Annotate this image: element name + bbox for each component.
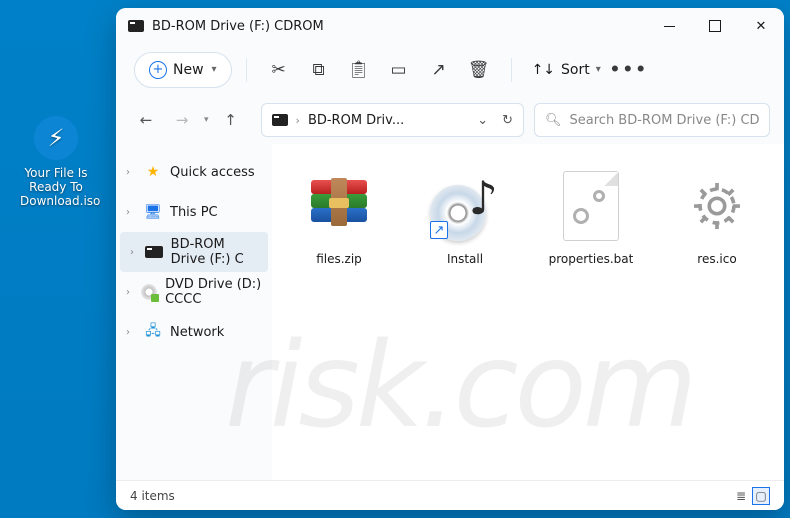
sidebar-item-label: Quick access: [170, 165, 255, 180]
more-icon: •••: [609, 60, 648, 80]
up-button[interactable]: ↑: [215, 104, 247, 136]
sidebar-item-this-pc[interactable]: › 🖥︎ This PC: [116, 192, 272, 232]
breadcrumb-separator: ›: [296, 114, 300, 127]
expand-chevron-icon[interactable]: ›: [126, 207, 136, 218]
close-button[interactable]: [738, 8, 784, 44]
plus-icon: +: [149, 61, 167, 79]
window-controls: [646, 8, 784, 44]
desktop-iso-icon[interactable]: ⚡ Your File Is Ready To Download.iso: [20, 116, 92, 208]
scissors-icon: ✂: [271, 60, 285, 80]
recent-chevron[interactable]: ▾: [204, 115, 209, 125]
copy-button[interactable]: ⧉: [301, 52, 337, 88]
share-icon: ↗: [431, 60, 445, 80]
sort-label: Sort: [561, 62, 590, 78]
toolbar-separator: [511, 58, 512, 82]
details-view-button[interactable]: ≣: [732, 487, 750, 505]
expand-chevron-icon[interactable]: ›: [126, 327, 136, 338]
sidebar-item-label: DVD Drive (D:) CCCC: [165, 277, 262, 307]
navigation-pane[interactable]: › ★ Quick access › 🖥︎ This PC › BD-ROM D…: [116, 144, 272, 480]
iso-label-line1: Your File Is: [20, 166, 92, 180]
refresh-button[interactable]: ↻: [502, 113, 513, 128]
star-icon: ★: [144, 164, 162, 180]
drive-icon: [128, 20, 144, 32]
toolbar-separator: [246, 58, 247, 82]
iso-label-line3: Download.iso: [20, 194, 92, 208]
maximize-button[interactable]: [692, 8, 738, 44]
file-name: properties.bat: [549, 252, 634, 266]
network-icon: 🖧: [144, 324, 162, 340]
view-toggle: ≣ ▢: [732, 487, 770, 505]
sort-icon: ↑↓: [532, 62, 555, 78]
shortcut-overlay-icon: ↗: [430, 221, 448, 239]
new-button[interactable]: + New ▾: [134, 52, 232, 88]
search-icon: 🔍︎: [545, 113, 562, 128]
file-name: Install: [447, 252, 483, 266]
disc-music-icon: ♪ ↗: [430, 171, 500, 241]
sidebar-item-network[interactable]: › 🖧 Network: [116, 312, 272, 352]
file-name: res.ico: [697, 252, 736, 266]
arrow-up-icon: ↑: [224, 111, 237, 129]
titlebar[interactable]: BD-ROM Drive (F:) CDROM: [116, 8, 784, 44]
sidebar-item-bdrom[interactable]: › BD-ROM Drive (F:) C: [120, 232, 268, 272]
back-button[interactable]: ←: [130, 104, 162, 136]
copy-icon: ⧉: [313, 60, 325, 80]
file-item-bat[interactable]: properties.bat: [530, 158, 652, 274]
drive-icon: [145, 246, 163, 258]
gear-icon: [685, 174, 749, 238]
lightning-icon: ⚡: [34, 116, 78, 160]
rename-icon: ▭: [391, 60, 407, 80]
disc-icon: [141, 284, 157, 300]
expand-chevron-icon[interactable]: ›: [126, 167, 136, 178]
arrow-right-icon: →: [176, 111, 189, 129]
rename-button[interactable]: ▭: [381, 52, 417, 88]
iso-label-line2: Ready To: [20, 180, 92, 194]
file-list[interactable]: files.zip ♪ ↗ Install: [272, 144, 784, 480]
sidebar-item-label: Network: [170, 325, 224, 340]
item-count: 4 items: [130, 489, 175, 503]
search-input[interactable]: [570, 113, 759, 128]
breadcrumb[interactable]: BD-ROM Driv...: [308, 113, 404, 128]
expand-chevron-icon[interactable]: ›: [126, 287, 133, 298]
sidebar-item-label: This PC: [170, 205, 218, 220]
chevron-down-icon: ▾: [596, 64, 601, 75]
drive-icon: [272, 114, 288, 126]
archive-icon: [307, 174, 371, 238]
arrow-left-icon: ←: [140, 111, 153, 129]
file-item-zip[interactable]: files.zip: [278, 158, 400, 274]
minimize-button[interactable]: [646, 8, 692, 44]
icons-view-button[interactable]: ▢: [752, 487, 770, 505]
sort-button[interactable]: ↑↓ Sort ▾: [526, 62, 607, 78]
more-button[interactable]: •••: [611, 52, 647, 88]
forward-button[interactable]: →: [166, 104, 198, 136]
window-title: BD-ROM Drive (F:) CDROM: [152, 19, 324, 34]
chevron-down-icon: ▾: [212, 64, 217, 75]
delete-button[interactable]: 🗑︎: [461, 52, 497, 88]
trash-icon: 🗑︎: [468, 60, 490, 80]
explorer-window: BD-ROM Drive (F:) CDROM + New ▾ ✂ ⧉ 📋︎ ▭…: [116, 8, 784, 510]
cut-button[interactable]: ✂: [261, 52, 297, 88]
share-button[interactable]: ↗: [421, 52, 457, 88]
address-bar[interactable]: › BD-ROM Driv... ⌄ ↻: [261, 103, 524, 137]
command-toolbar: + New ▾ ✂ ⧉ 📋︎ ▭ ↗ 🗑︎ ↑↓ Sort ▾ •••: [116, 44, 784, 96]
navigation-bar: ← → ▾ ↑ › BD-ROM Driv... ⌄ ↻ 🔍︎: [116, 96, 784, 144]
explorer-body: › ★ Quick access › 🖥︎ This PC › BD-ROM D…: [116, 144, 784, 480]
monitor-icon: 🖥︎: [144, 204, 162, 220]
sidebar-item-quick-access[interactable]: › ★ Quick access: [116, 152, 272, 192]
search-box[interactable]: 🔍︎: [534, 103, 770, 137]
status-bar: 4 items ≣ ▢: [116, 480, 784, 510]
sidebar-item-dvd[interactable]: › DVD Drive (D:) CCCC: [116, 272, 272, 312]
file-item-ico[interactable]: res.ico: [656, 158, 778, 274]
new-label: New: [173, 62, 204, 78]
paste-button[interactable]: 📋︎: [341, 52, 377, 88]
file-name: files.zip: [316, 252, 362, 266]
expand-chevron-icon[interactable]: ›: [130, 247, 137, 258]
batch-file-icon: [563, 171, 619, 241]
clipboard-icon: 📋︎: [348, 60, 370, 80]
chevron-down-icon[interactable]: ⌄: [477, 113, 488, 128]
sidebar-item-label: BD-ROM Drive (F:) C: [171, 237, 258, 267]
file-item-install[interactable]: ♪ ↗ Install: [404, 158, 526, 274]
